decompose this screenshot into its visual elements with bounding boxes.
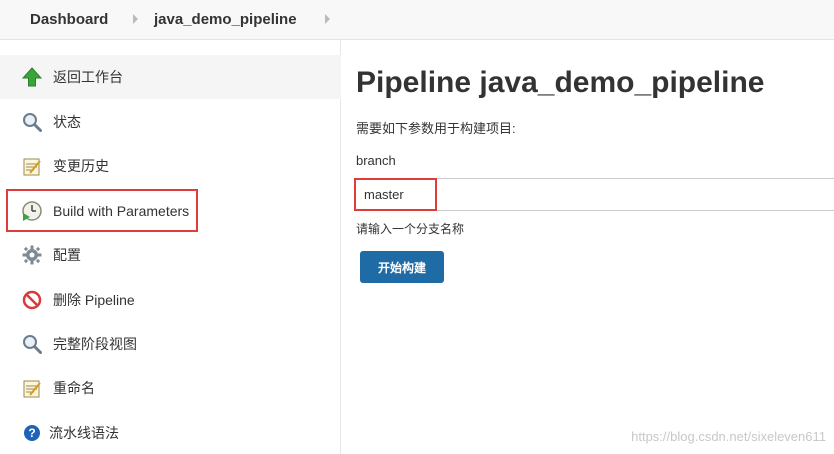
sidebar-item-changes[interactable]: 变更历史 (0, 144, 341, 188)
breadcrumb-dashboard[interactable]: Dashboard (30, 11, 108, 28)
help-icon: ? (21, 422, 43, 444)
watermark: https://blog.csdn.net/sixeleven611 (631, 429, 826, 444)
sidebar-item-delete-pipeline[interactable]: 删除 Pipeline (0, 278, 341, 322)
breadcrumb-separator-icon[interactable] (133, 14, 138, 24)
sidebar-item-configure[interactable]: 配置 (0, 233, 341, 277)
sidebar-item-label: 重命名 (53, 380, 95, 396)
breadcrumb-job[interactable]: java_demo_pipeline (154, 11, 297, 28)
breadcrumb-separator-icon[interactable] (325, 14, 330, 24)
page-title: Pipeline java_demo_pipeline (356, 66, 765, 99)
sidebar-item-pipeline-syntax[interactable]: ? 流水线语法 (0, 411, 341, 454)
sidebar-item-label: 变更历史 (53, 158, 109, 174)
parameter-hint: 请输入一个分支名称 (356, 222, 465, 236)
sidebar-item-label: 返回工作台 (53, 69, 123, 85)
sidebar-item-label: 配置 (53, 247, 81, 263)
magnifier-icon (21, 111, 43, 133)
gear-icon (21, 244, 43, 266)
parameter-name: branch (356, 153, 396, 168)
sidebar: 返回工作台 状态 变更历史 Build with Parameters 配置 删… (0, 40, 341, 454)
sidebar-item-label: 删除 Pipeline (53, 292, 135, 308)
build-button[interactable]: 开始构建 (360, 251, 444, 283)
highlight-box (6, 189, 198, 232)
branch-input[interactable] (354, 178, 437, 211)
no-entry-icon (21, 289, 43, 311)
parameters-description: 需要如下参数用于构建项目: (356, 121, 516, 136)
notepad-icon (21, 155, 43, 177)
sidebar-item-full-stage-view[interactable]: 完整阶段视图 (0, 322, 341, 366)
sidebar-item-status[interactable]: 状态 (0, 100, 341, 144)
sidebar-item-back-to-dashboard[interactable]: 返回工作台 (0, 55, 341, 99)
svg-text:?: ? (28, 426, 35, 440)
sidebar-item-label: 流水线语法 (49, 425, 119, 441)
up-arrow-icon (21, 66, 43, 88)
sidebar-item-rename[interactable]: 重命名 (0, 366, 341, 410)
sidebar-item-label: 状态 (53, 114, 81, 130)
magnifier-icon (21, 333, 43, 355)
notepad-icon (21, 377, 43, 399)
breadcrumb: Dashboard java_demo_pipeline (0, 0, 834, 40)
sidebar-item-label: 完整阶段视图 (53, 336, 137, 352)
main-content: Pipeline java_demo_pipeline 需要如下参数用于构建项目… (341, 40, 834, 454)
